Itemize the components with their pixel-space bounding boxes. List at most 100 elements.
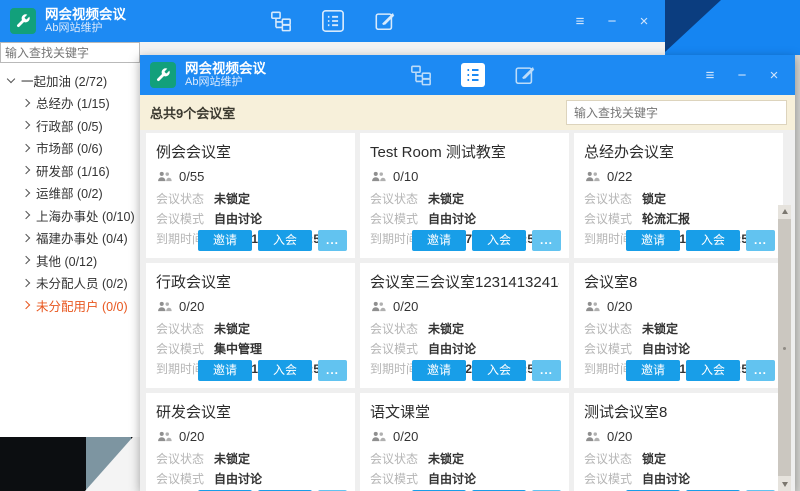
org-chart-icon[interactable] <box>268 8 294 34</box>
tree-item[interactable]: 其他 (0/12) <box>0 249 140 272</box>
status-label: 会议状态 <box>156 319 214 339</box>
people-icon <box>157 431 172 442</box>
window-controls: ≡ − × <box>699 55 785 95</box>
more-button[interactable]: ... <box>532 360 561 381</box>
more-button[interactable]: ... <box>746 230 775 251</box>
join-button[interactable]: 入会 <box>686 230 740 251</box>
join-button[interactable]: 入会 <box>472 230 526 251</box>
more-button[interactable]: ... <box>318 360 347 381</box>
sidebar-tree: 一起加油 (2/72) 总经办 (1/15)行政部 (0/5)市场部 (0/6) 研… <box>0 63 140 317</box>
window-title-block: 网会视频会议 Ab网站维护 <box>185 61 266 89</box>
meeting-room-card: Test Room 测试教室 0/10 会议状态未锁定 会议模式自由讨论 到期时… <box>360 133 569 258</box>
chevron-right-icon[interactable] <box>22 166 30 174</box>
card-actions: 邀请 入会 ... <box>412 230 561 251</box>
room-search-input[interactable] <box>566 100 787 125</box>
room-count: 0/20 <box>179 299 204 314</box>
mode-label: 会议模式 <box>156 469 214 489</box>
room-list-icon-active[interactable] <box>460 62 486 88</box>
scrollbar-thumb[interactable] <box>778 219 791 476</box>
tree-item[interactable]: 市场部 (0/6) <box>0 137 140 160</box>
tree-item-label: 市场部 (0/6) <box>36 138 103 157</box>
wrench-icon <box>150 62 176 88</box>
more-button[interactable]: ... <box>318 230 347 251</box>
join-button[interactable]: 入会 <box>472 360 526 381</box>
card-actions: 邀请 入会 ... <box>626 230 775 251</box>
tree-item[interactable]: 行政部 (0/5) <box>0 114 140 137</box>
card-actions: 邀请 入会 ... <box>198 230 347 251</box>
mode-value: 自由讨论 <box>428 469 476 489</box>
status-value: 未锁定 <box>214 189 250 209</box>
tree-item[interactable]: 运维部 (0/2) <box>0 182 140 205</box>
join-button[interactable]: 入会 <box>258 230 312 251</box>
status-label: 会议状态 <box>156 189 214 209</box>
sidebar-search-input[interactable] <box>0 42 140 63</box>
tree-item-label: 一起加油 (2/72) <box>21 71 107 90</box>
room-capacity-row: 0/10 <box>371 169 559 184</box>
invite-button[interactable]: 邀请 <box>626 360 680 381</box>
chevron-right-icon[interactable] <box>22 189 30 197</box>
window-controls: ≡ − × <box>569 0 655 42</box>
chevron-right-icon[interactable] <box>22 211 30 219</box>
status-value: 未锁定 <box>428 449 464 469</box>
chevron-right-icon[interactable] <box>22 256 30 264</box>
menu-button[interactable]: ≡ <box>569 14 591 29</box>
desktop: 网会视频会议 Ab网站维护 ≡ − × <box>0 0 800 491</box>
more-button[interactable]: ... <box>746 360 775 381</box>
tree-item[interactable]: 一起加油 (2/72) <box>0 69 140 92</box>
status-value: 未锁定 <box>428 189 464 209</box>
card-actions: 邀请 入会 ... <box>412 360 561 381</box>
meeting-window-titlebar: 网会视频会议 Ab网站维护 ≡ − × <box>140 55 795 95</box>
contacts-window-titlebar: 网会视频会议 Ab网站维护 ≡ − × <box>0 0 665 42</box>
scroll-down-icon[interactable] <box>778 478 791 491</box>
status-label: 会议状态 <box>370 319 428 339</box>
join-button[interactable]: 入会 <box>258 360 312 381</box>
scroll-up-icon[interactable] <box>778 205 791 218</box>
invite-button[interactable]: 邀请 <box>412 360 466 381</box>
wrench-icon <box>10 8 36 34</box>
people-icon <box>157 171 172 182</box>
people-icon <box>157 301 172 312</box>
chevron-right-icon[interactable] <box>22 234 30 242</box>
minimize-button[interactable]: − <box>731 68 753 83</box>
chevron-right-icon[interactable] <box>22 301 30 309</box>
menu-button[interactable]: ≡ <box>699 68 721 83</box>
chevron-right-icon[interactable] <box>22 121 30 129</box>
room-count: 0/20 <box>393 299 418 314</box>
mode-label: 会议模式 <box>370 209 428 229</box>
close-button[interactable]: × <box>763 68 785 83</box>
window-title-block: 网会视频会议 Ab网站维护 <box>45 7 126 35</box>
status-value: 未锁定 <box>642 319 678 339</box>
invite-button[interactable]: 邀请 <box>198 360 252 381</box>
status-label: 会议状态 <box>370 449 428 469</box>
room-list-icon[interactable] <box>320 8 346 34</box>
status-value: 锁定 <box>642 449 666 469</box>
invite-button[interactable]: 邀请 <box>412 230 466 251</box>
chevron-right-icon[interactable] <box>22 279 30 287</box>
tree-item[interactable]: 福建办事处 (0/4) <box>0 227 140 250</box>
chevron-right-icon[interactable] <box>22 99 30 107</box>
minimize-button[interactable]: − <box>601 14 623 29</box>
mode-value: 自由讨论 <box>428 209 476 229</box>
org-chart-icon[interactable] <box>408 62 434 88</box>
edit-icon[interactable] <box>372 8 398 34</box>
edit-icon[interactable] <box>512 62 538 88</box>
vertical-scrollbar[interactable] <box>778 205 791 491</box>
status-value: 未锁定 <box>214 449 250 469</box>
tree-item[interactable]: 总经办 (1/15) <box>0 92 140 115</box>
room-count-summary: 总共9个会议室 <box>150 103 235 122</box>
join-button[interactable]: 入会 <box>686 360 740 381</box>
invite-button[interactable]: 邀请 <box>626 230 680 251</box>
chevron-down-icon[interactable] <box>7 75 15 83</box>
invite-button[interactable]: 邀请 <box>198 230 252 251</box>
tree-item-label: 未分配人员 (0/2) <box>36 273 128 292</box>
mode-value: 自由讨论 <box>214 209 262 229</box>
mode-value: 自由讨论 <box>642 339 690 359</box>
tree-item[interactable]: 未分配用户 (0/0) <box>0 294 140 317</box>
tree-item[interactable]: 研发部 (1/16) <box>0 159 140 182</box>
app-title: 网会视频会议 <box>45 7 126 23</box>
tree-item[interactable]: 上海办事处 (0/10) <box>0 204 140 227</box>
close-button[interactable]: × <box>633 14 655 29</box>
tree-item[interactable]: 未分配人员 (0/2) <box>0 272 140 295</box>
chevron-right-icon[interactable] <box>22 144 30 152</box>
more-button[interactable]: ... <box>532 230 561 251</box>
